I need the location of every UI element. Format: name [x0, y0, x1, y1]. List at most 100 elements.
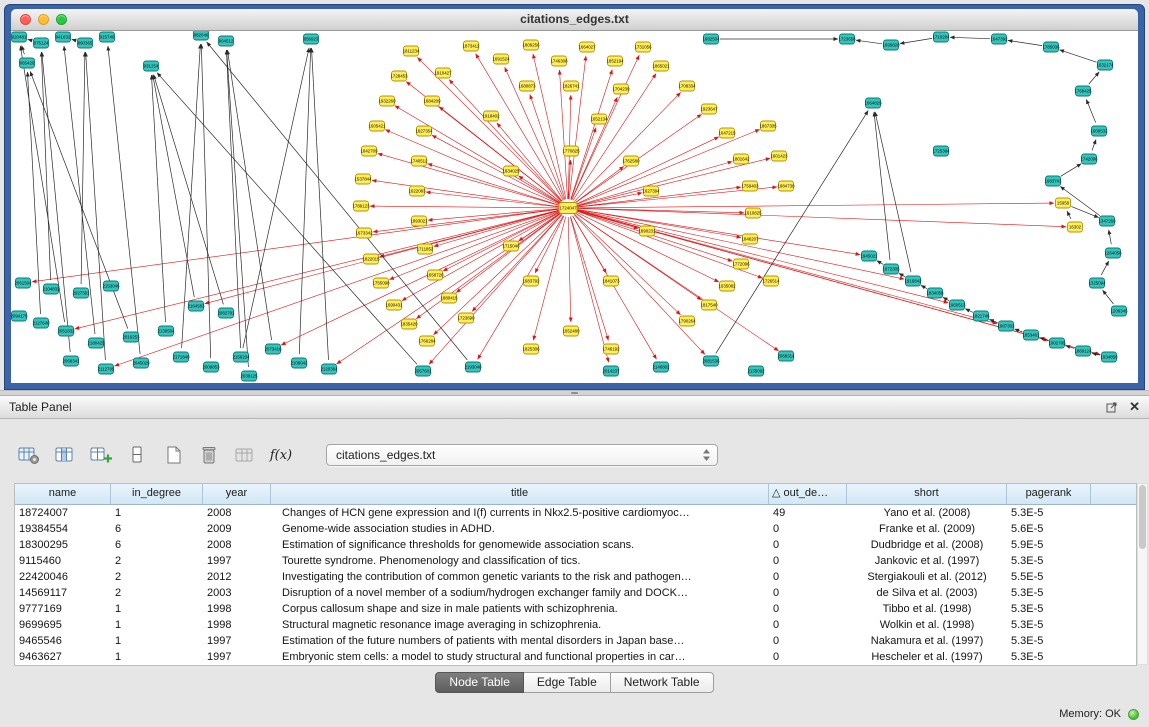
graph-node[interactable]: 1801642: [732, 154, 750, 164]
graph-node[interactable]: 1683792: [522, 276, 540, 286]
graph-node[interactable]: 856923: [304, 34, 319, 44]
graph-edge[interactable]: [154, 75, 224, 305]
graph-edge[interactable]: [874, 112, 890, 260]
graph-edge[interactable]: [42, 52, 70, 352]
graph-node[interactable]: 1853461: [1022, 330, 1040, 340]
graph-node[interactable]: 1632174: [1096, 60, 1114, 70]
graph-edge[interactable]: [443, 212, 560, 271]
graph-node[interactable]: 1622083: [408, 186, 426, 196]
graph-node[interactable]: 931254: [144, 61, 159, 71]
table-row[interactable]: 969969511998Structural magnetic resonanc…: [15, 617, 1136, 633]
graph-node[interactable]: 1865021: [652, 61, 670, 71]
graph-node[interactable]: 1731056: [634, 42, 652, 52]
graph-edge[interactable]: [417, 57, 561, 201]
graph-edge[interactable]: [1101, 261, 1109, 275]
graph-node[interactable]: 1785036: [1042, 42, 1060, 52]
graph-edge[interactable]: [570, 217, 608, 363]
graph-edge[interactable]: [568, 217, 571, 322]
network-canvas[interactable]: 1724047181123417284531932260160542118427…: [11, 31, 1138, 383]
column-header-name[interactable]: name: [15, 484, 111, 504]
graph-edge[interactable]: [899, 273, 905, 276]
graph-node[interactable]: 1726514: [762, 276, 780, 286]
graph-edge[interactable]: [571, 128, 596, 200]
graph-edge[interactable]: [574, 215, 705, 355]
graph-node[interactable]: 1725384: [932, 146, 950, 156]
graph-edge[interactable]: [28, 72, 41, 314]
graph-node[interactable]: 1827354: [415, 126, 433, 136]
graph-node[interactable]: 2104832: [42, 284, 60, 294]
graph-node[interactable]: 1627394: [642, 186, 660, 196]
graph-node[interactable]: 1923647: [700, 104, 718, 114]
table-scrollbar[interactable]: [1137, 483, 1148, 665]
graph-node[interactable]: 1664027: [578, 42, 596, 52]
graph-node[interactable]: 1872305: [882, 264, 900, 274]
graph-node[interactable]: 1682504: [702, 34, 720, 44]
graph-node[interactable]: 1708334: [678, 81, 696, 91]
graph-node[interactable]: 915740: [100, 32, 115, 42]
graph-node[interactable]: 1325094: [1088, 278, 1106, 288]
function-builder-button[interactable]: f(x): [268, 443, 294, 467]
table-row[interactable]: 1938455462009Genome-wide association stu…: [15, 521, 1136, 537]
graph-node[interactable]: 1723690: [457, 313, 475, 323]
graph-edge[interactable]: [572, 55, 639, 200]
graph-node[interactable]: 1746308: [550, 56, 568, 66]
table-row[interactable]: 946362711997Embryonic stem cells: a mode…: [15, 649, 1136, 665]
graph-node[interactable]: 2094175: [11, 311, 28, 321]
table-row[interactable]: 911546021997Tourette syndrome. Phenomeno…: [15, 553, 1136, 569]
graph-node[interactable]: 865420: [20, 58, 35, 68]
graph-edge[interactable]: [577, 162, 733, 206]
tab-edge-table[interactable]: Edge Table: [524, 672, 611, 693]
graph-node[interactable]: 1605421: [368, 121, 386, 131]
graph-node[interactable]: 1208345: [1110, 306, 1128, 316]
graph-node[interactable]: 2039125: [240, 371, 258, 381]
column-header-title[interactable]: title: [271, 484, 769, 504]
new-table-button[interactable]: [160, 443, 186, 467]
graph-edge[interactable]: [921, 285, 927, 288]
graph-edge[interactable]: [207, 42, 468, 360]
graph-edge[interactable]: [535, 216, 564, 273]
graph-node[interactable]: 2014237: [602, 366, 620, 376]
graph-edge[interactable]: [32, 209, 559, 282]
graph-node[interactable]: 1834058: [926, 288, 944, 298]
graph-node[interactable]: 1852194: [606, 56, 624, 66]
graph-edge[interactable]: [28, 39, 33, 40]
new-column-button[interactable]: [88, 443, 114, 467]
delete-column-button[interactable]: [196, 443, 222, 467]
tab-network-table[interactable]: Network Table: [611, 672, 714, 693]
table-row[interactable]: 946554611997Estimation of the future num…: [15, 633, 1136, 649]
graph-edge[interactable]: [577, 209, 860, 254]
graph-edge[interactable]: [577, 211, 733, 261]
table-row[interactable]: 1872400712008Changes of HCN gene express…: [15, 505, 1136, 521]
table-row[interactable]: 1830029562008Estimation of significance …: [15, 537, 1136, 553]
graph-node[interactable]: 1916842: [904, 276, 922, 286]
graph-edge[interactable]: [900, 38, 932, 43]
graph-node[interactable]: 2171840: [172, 352, 190, 362]
graph-edge[interactable]: [115, 211, 560, 366]
show-columns-button[interactable]: [52, 443, 78, 467]
graph-node[interactable]: 2112785: [98, 364, 115, 374]
graph-node[interactable]: 1715046: [502, 241, 520, 251]
graph-node[interactable]: 1790264: [678, 316, 696, 326]
graph-edge[interactable]: [428, 164, 560, 206]
graph-edge[interactable]: [1008, 40, 1042, 45]
graph-node[interactable]: 1647392: [990, 34, 1008, 44]
memory-indicator[interactable]: [1128, 709, 1139, 720]
graph-edge[interactable]: [1103, 290, 1114, 304]
graph-edge[interactable]: [576, 129, 759, 204]
column-header-pagerank[interactable]: pagerank: [1007, 484, 1091, 504]
table-settings-button[interactable]: [16, 443, 42, 467]
graph-edge[interactable]: [577, 203, 1054, 208]
graph-edge[interactable]: [574, 92, 680, 201]
column-header-in-degree[interactable]: in_degree: [111, 484, 203, 504]
graph-edge[interactable]: [1061, 164, 1082, 177]
graph-node[interactable]: 2068341: [62, 356, 80, 366]
scrollbar-thumb[interactable]: [1139, 485, 1146, 549]
graph-node[interactable]: 1658720: [426, 270, 444, 280]
graph-edge[interactable]: [875, 112, 911, 272]
graph-node[interactable]: 1610825: [744, 208, 762, 218]
graph-node[interactable]: 1826741: [562, 81, 580, 91]
graph-edge[interactable]: [573, 216, 657, 359]
graph-node[interactable]: 2073416: [264, 344, 282, 354]
graph-node[interactable]: 1647215: [718, 128, 736, 138]
graph-node[interactable]: 2164583: [187, 301, 205, 311]
